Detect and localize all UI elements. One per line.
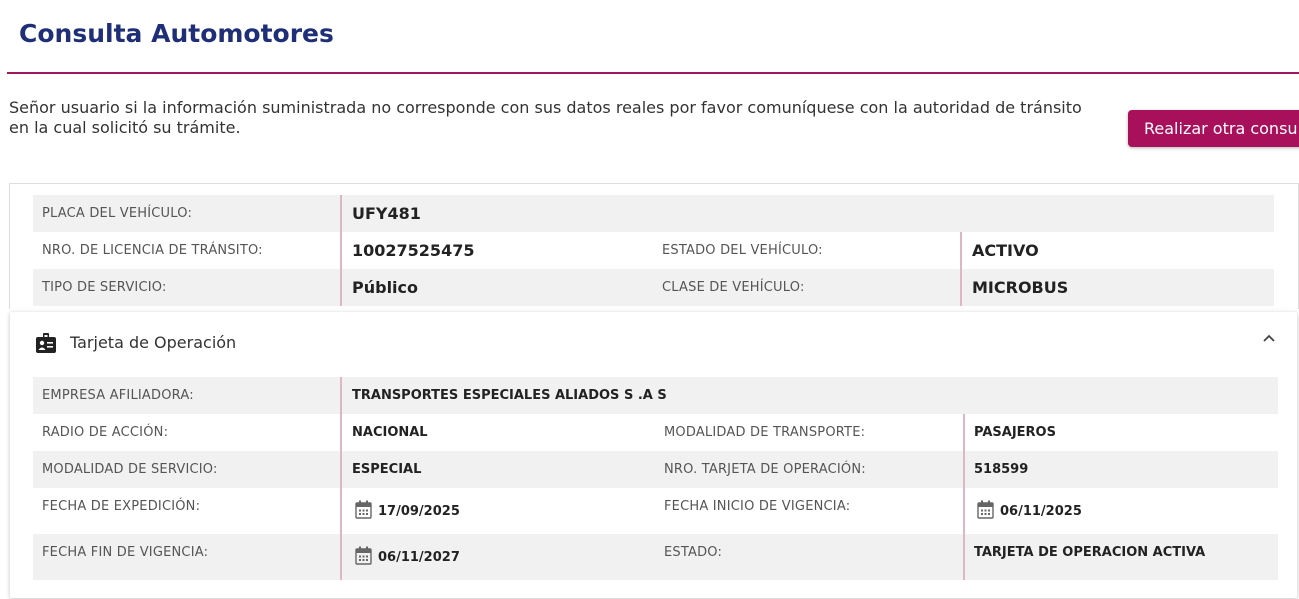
panel-title: Tarjeta de Operación xyxy=(70,333,237,352)
info-notice: Señor usuario si la información suminist… xyxy=(9,98,1082,137)
plate-label: PLACA DEL VEHÍCULO: xyxy=(42,206,193,221)
transport-mode-value: PASAJEROS xyxy=(974,425,1056,440)
company-value: TRANSPORTES ESPECIALES ALIADOS S .A S xyxy=(352,388,667,403)
calendar-icon xyxy=(355,546,372,565)
radius-row: RADIO DE ACCIÓN: NACIONAL MODALIDAD DE T… xyxy=(33,414,1278,451)
service-row: TIPO DE SERVICIO: Público CLASE DE VEHÍC… xyxy=(33,269,1274,306)
end-date-value: 06/11/2027 xyxy=(378,550,460,565)
end-date: 06/11/2027 xyxy=(355,546,460,565)
service-mode-value: ESPECIAL xyxy=(352,462,422,477)
calendar-icon xyxy=(355,500,372,519)
vehicle-status-label: ESTADO DEL VEHÍCULO: xyxy=(662,243,823,258)
service-mode-label: MODALIDAD DE SERVICIO: xyxy=(42,462,218,477)
chevron-up-icon[interactable] xyxy=(1262,330,1276,348)
service-type-label: TIPO DE SERVICIO: xyxy=(42,280,167,295)
card-number-label: NRO. TARJETA DE OPERACIÓN: xyxy=(664,462,866,477)
end-row: FECHA FIN DE VIGENCIA: 06/11/2027 ESTADO… xyxy=(33,534,1278,580)
license-row: NRO. DE LICENCIA DE TRÁNSITO: 1002752547… xyxy=(33,232,1274,269)
vehicle-status-value: ACTIVO xyxy=(972,241,1039,260)
vehicle-class-value: MICROBUS xyxy=(972,278,1069,297)
service-mode-row: MODALIDAD DE SERVICIO: ESPECIAL NRO. TAR… xyxy=(33,451,1278,488)
license-value: 10027525475 xyxy=(352,241,475,260)
service-type-value: Público xyxy=(352,278,419,297)
calendar-icon xyxy=(977,500,994,519)
radius-value: NACIONAL xyxy=(352,425,428,440)
id-badge-icon xyxy=(35,332,57,359)
transport-mode-label: MODALIDAD DE TRANSPORTE: xyxy=(664,425,866,440)
issue-date: 17/09/2025 xyxy=(355,500,460,519)
start-date-value: 06/11/2025 xyxy=(1000,504,1082,519)
issue-date-label: FECHA DE EXPEDICIÓN: xyxy=(42,499,201,514)
company-row: EMPRESA AFILIADORA: TRANSPORTES ESPECIAL… xyxy=(33,377,1278,414)
radius-label: RADIO DE ACCIÓN: xyxy=(42,425,169,440)
start-date: 06/11/2025 xyxy=(977,500,1082,519)
dates-row: FECHA DE EXPEDICIÓN: 17/09/2025 FECHA IN… xyxy=(33,488,1278,534)
license-label: NRO. DE LICENCIA DE TRÁNSITO: xyxy=(42,243,263,258)
company-label: EMPRESA AFILIADORA: xyxy=(42,388,194,403)
end-date-label: FECHA FIN DE VIGENCIA: xyxy=(42,545,209,560)
plate-row: PLACA DEL VEHÍCULO: UFY481 xyxy=(33,195,1274,232)
operation-card-panel: Tarjeta de Operación EMPRESA AFILIADORA:… xyxy=(10,312,1297,598)
vehicle-class-label: CLASE DE VEHÍCULO: xyxy=(662,280,805,295)
state-label: ESTADO: xyxy=(664,545,723,560)
issue-date-value: 17/09/2025 xyxy=(378,504,460,519)
card-number-value: 518599 xyxy=(974,462,1029,477)
title-divider xyxy=(7,72,1299,74)
new-query-button[interactable]: Realizar otra consul xyxy=(1128,110,1299,147)
page-title: Consulta Automotores xyxy=(19,19,334,48)
vehicle-summary-card: PLACA DEL VEHÍCULO: UFY481 NRO. DE LICEN… xyxy=(9,183,1299,309)
plate-value: UFY481 xyxy=(352,204,421,223)
state-value: TARJETA DE OPERACION ACTIVA xyxy=(974,545,1206,560)
start-date-label: FECHA INICIO DE VIGENCIA: xyxy=(664,499,851,514)
